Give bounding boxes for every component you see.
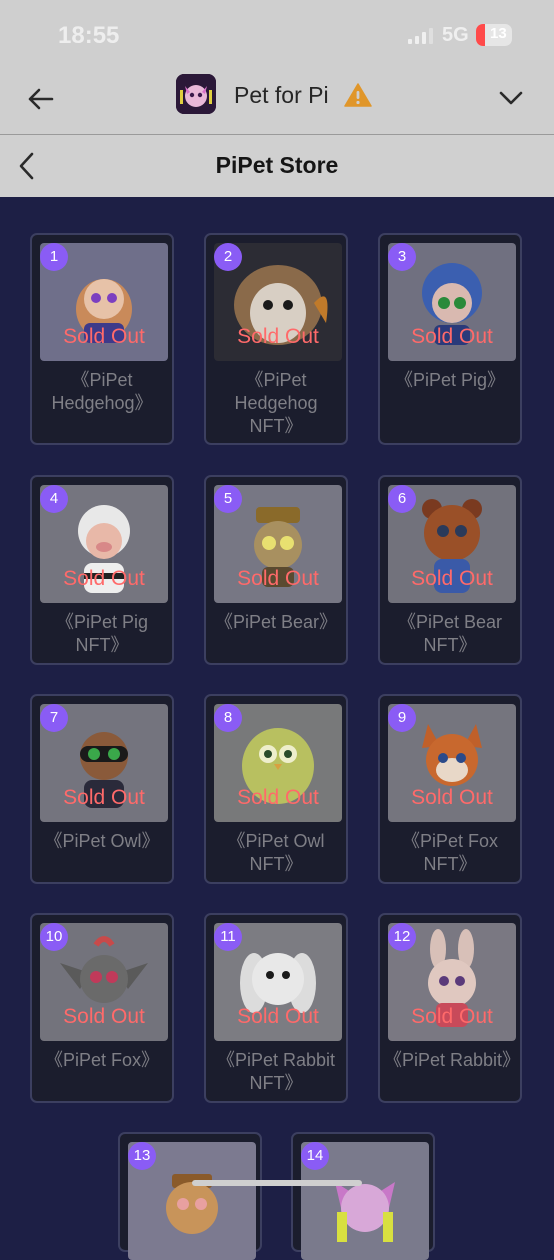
sold-out-label: Sold Out bbox=[237, 786, 319, 809]
product-name: 《PiPet Bear NFT》 bbox=[397, 612, 503, 655]
product-card[interactable]: 11 Sold Out 《PiPet Rabbit NFT》 bbox=[204, 913, 348, 1103]
item-number-badge: 2 bbox=[214, 243, 242, 271]
product-card[interactable]: 7 Sold Out 《PiPet Owl》 bbox=[30, 694, 174, 884]
product-name: 《PiPet Bear》 bbox=[214, 612, 338, 632]
item-number-badge: 6 bbox=[388, 485, 416, 513]
product-card[interactable]: 2 Sold Out 《PiPet Hedgehog NFT》 bbox=[204, 233, 348, 445]
item-number-badge: 10 bbox=[40, 923, 68, 951]
product-name: 《PiPet Rabbit NFT》 bbox=[216, 1050, 336, 1093]
product-card[interactable]: 6 Sold Out 《PiPet Bear NFT》 bbox=[378, 475, 522, 665]
sold-out-label: Sold Out bbox=[411, 325, 493, 348]
sold-out-label: Sold Out bbox=[411, 786, 493, 809]
item-number-badge: 3 bbox=[388, 243, 416, 271]
product-grid: 1 Sold Out 《PiPet Hedgehog》 2 Sold Out 《… bbox=[0, 197, 554, 1260]
item-number-badge: 13 bbox=[128, 1142, 156, 1170]
product-card[interactable]: 14 bbox=[291, 1132, 435, 1260]
store-header: PiPet Store bbox=[0, 135, 554, 197]
item-number-badge: 14 bbox=[301, 1142, 329, 1170]
item-number-badge: 4 bbox=[40, 485, 68, 513]
product-card[interactable]: 4 Sold Out 《PiPet Pig NFT》 bbox=[30, 475, 174, 665]
battery-icon: 13 bbox=[476, 24, 512, 46]
status-time: 18:55 bbox=[58, 22, 120, 49]
sold-out-label: Sold Out bbox=[411, 1005, 493, 1028]
battery-level: 13 bbox=[490, 25, 507, 42]
product-card[interactable]: 8 Sold Out 《PiPet Owl NFT》 bbox=[204, 694, 348, 884]
warning-icon[interactable] bbox=[344, 82, 372, 108]
product-card[interactable]: 13 bbox=[118, 1132, 262, 1260]
item-number-badge: 8 bbox=[214, 704, 242, 732]
app-logo bbox=[176, 74, 216, 114]
product-name: 《PiPet Owl NFT》 bbox=[227, 831, 325, 874]
item-number-badge: 7 bbox=[40, 704, 68, 732]
back-arrow-icon[interactable] bbox=[24, 82, 58, 116]
product-card[interactable]: 9 Sold Out 《PiPet Fox NFT》 bbox=[378, 694, 522, 884]
product-card[interactable]: 1 Sold Out 《PiPet Hedgehog》 bbox=[30, 233, 174, 445]
app-title: Pet for Pi bbox=[234, 82, 329, 108]
product-card[interactable]: 5 Sold Out 《PiPet Bear》 bbox=[204, 475, 348, 665]
item-number-badge: 5 bbox=[214, 485, 242, 513]
product-name: 《PiPet Rabbit》 bbox=[384, 1050, 521, 1070]
home-indicator[interactable] bbox=[192, 1180, 362, 1186]
product-card[interactable]: 10 Sold Out 《PiPet Fox》 bbox=[30, 913, 174, 1103]
product-card[interactable]: 12 Sold Out 《PiPet Rabbit》 bbox=[378, 913, 522, 1103]
product-name: 《PiPet Owl》 bbox=[44, 831, 160, 851]
signal-icon bbox=[408, 28, 436, 44]
product-name: 《PiPet Hedgehog》 bbox=[51, 370, 153, 413]
product-name: 《PiPet Pig NFT》 bbox=[55, 612, 149, 655]
product-name: 《PiPet Hedgehog NFT》 bbox=[234, 370, 318, 436]
product-name: 《PiPet Pig》 bbox=[394, 370, 506, 390]
sold-out-label: Sold Out bbox=[237, 325, 319, 348]
sold-out-label: Sold Out bbox=[411, 567, 493, 590]
network-type: 5G bbox=[442, 24, 469, 46]
item-number-badge: 11 bbox=[214, 923, 242, 951]
sold-out-label: Sold Out bbox=[63, 1005, 145, 1028]
item-number-badge: 9 bbox=[388, 704, 416, 732]
chevron-down-icon[interactable] bbox=[496, 82, 526, 112]
item-number-badge: 12 bbox=[388, 923, 416, 951]
sold-out-label: Sold Out bbox=[63, 325, 145, 348]
status-bar: 18:55 5G 13 bbox=[0, 0, 554, 66]
sold-out-label: Sold Out bbox=[237, 567, 319, 590]
app-header: Pet for Pi bbox=[0, 66, 554, 135]
sold-out-label: Sold Out bbox=[63, 786, 145, 809]
product-name: 《PiPet Fox》 bbox=[44, 1050, 160, 1070]
product-card[interactable]: 3 Sold Out 《PiPet Pig》 bbox=[378, 233, 522, 445]
sold-out-label: Sold Out bbox=[237, 1005, 319, 1028]
product-name: 《PiPet Fox NFT》 bbox=[401, 831, 499, 874]
item-number-badge: 1 bbox=[40, 243, 68, 271]
page-title: PiPet Store bbox=[215, 152, 339, 178]
sold-out-label: Sold Out bbox=[63, 567, 145, 590]
